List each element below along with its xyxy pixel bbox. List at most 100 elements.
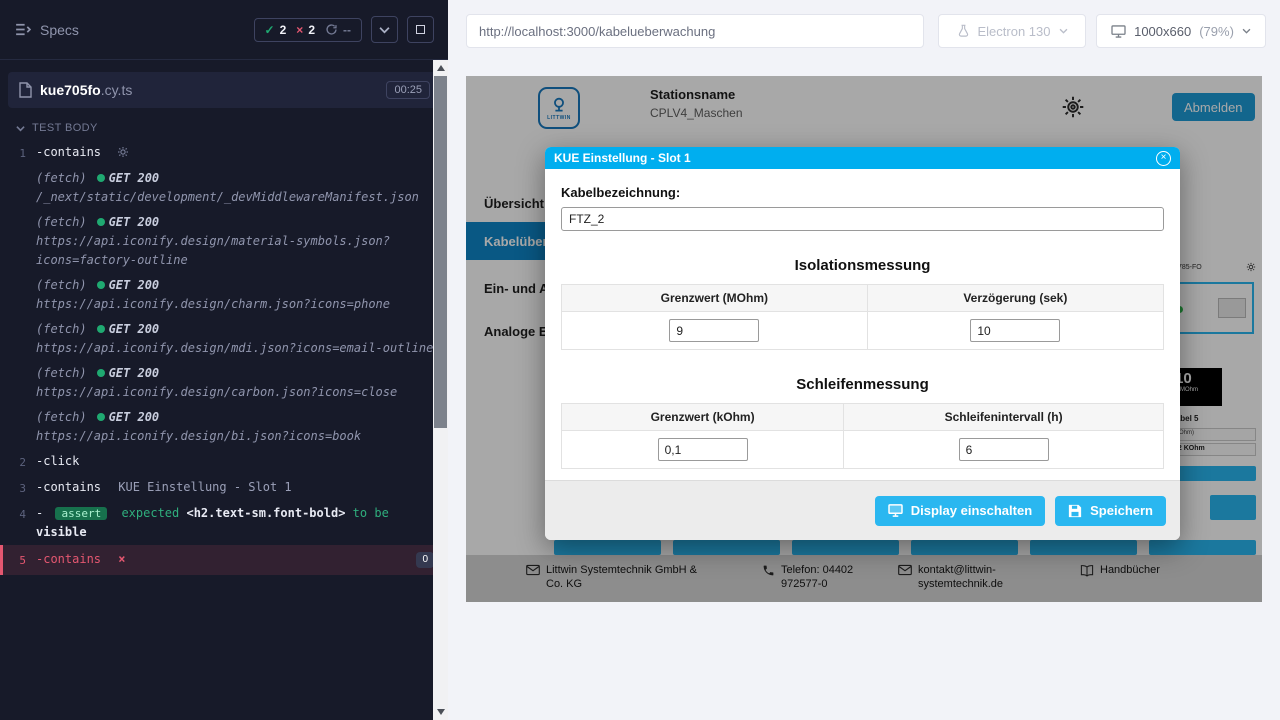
url-input[interactable]	[479, 24, 911, 39]
specs-icon[interactable]	[14, 21, 31, 38]
fetch-tag: (fetch)	[36, 171, 87, 185]
loop-limit-input[interactable]	[658, 438, 748, 461]
modal-title: KUE Einstellung - Slot 1	[554, 151, 1156, 165]
cypress-reporter: Specs ✓2 × 2 -- kue705fo.cy.ts 00:25 TEST…	[0, 0, 448, 720]
column-header: Grenzwert (kOhm)	[562, 404, 844, 431]
viewport-zoom: (79%)	[1199, 24, 1234, 39]
status-dot	[97, 325, 105, 333]
command-name: contains	[36, 552, 101, 566]
status-dot	[97, 218, 105, 226]
failed-command-row[interactable]: 5 contains × 0	[0, 545, 448, 575]
save-icon	[1068, 504, 1082, 518]
column-header: Verzögerung (sek)	[867, 285, 1163, 312]
stop-icon	[416, 25, 425, 34]
duration-badge: 00:25	[386, 81, 430, 99]
command-log: 1 contains (fetch) GET 200 /_next/static/…	[0, 140, 448, 575]
iso-limit-input[interactable]	[669, 319, 759, 342]
command-name: contains	[36, 145, 101, 159]
command-row[interactable]: 1 contains	[0, 140, 448, 166]
url-bar	[466, 14, 924, 48]
app-under-test: LITTWIN Stationsname CPLV4_Maschen Abmel…	[466, 76, 1262, 602]
command-name: contains	[36, 480, 101, 494]
reporter-scrollbar[interactable]	[433, 60, 448, 720]
scrollbar-thumb[interactable]	[434, 76, 447, 428]
request-url: https://api.iconify.design/carbon.json?i…	[36, 383, 434, 402]
file-icon	[18, 82, 32, 98]
request-url: https://api.iconify.design/mdi.json?icon…	[36, 339, 434, 358]
request-url: /_next/static/development/_devMiddleware…	[36, 188, 434, 207]
match-count-badge: 0	[416, 552, 434, 568]
command-name: click	[36, 454, 79, 468]
loop-table: Grenzwert (kOhm) Schleifenintervall (h)	[561, 403, 1164, 469]
network-log-row[interactable]: (fetch) GET 200 https://api.iconify.desig…	[0, 210, 448, 273]
pending-stat: --	[325, 23, 351, 37]
modal-body: Kabelbezeichnung: Isolationsmessung Gren…	[545, 169, 1180, 480]
http-status: GET 200	[109, 278, 160, 292]
isolation-table: Grenzwert (MOhm) Verzögerung (sek)	[561, 284, 1164, 350]
network-log-row[interactable]: (fetch)GET 200 https://api.iconify.desig…	[0, 273, 448, 317]
status-dot	[97, 281, 105, 289]
browser-select[interactable]: Electron 130	[938, 14, 1086, 48]
cable-name-input[interactable]	[561, 207, 1164, 231]
passed-stat: ✓2	[265, 23, 287, 37]
isolation-section-title: Isolationsmessung	[561, 257, 1164, 274]
chevron-down-icon	[16, 125, 25, 132]
status-dot	[97, 413, 105, 421]
assert-subject: <h2.text-sm.font-bold>	[186, 506, 345, 520]
http-status: GET 200	[109, 171, 160, 185]
assert-row[interactable]: 4 assert expected <h2.text-sm.font-bold>…	[0, 501, 448, 545]
save-button[interactable]: Speichern	[1055, 496, 1166, 526]
assert-state: visible	[36, 525, 87, 539]
assert-badge: assert	[55, 507, 107, 520]
cross-icon: ×	[296, 23, 303, 37]
status-dot	[97, 174, 105, 182]
test-stats: ✓2 × 2 --	[254, 18, 362, 42]
passed-count: 2	[280, 23, 287, 37]
loop-section-title: Schleifenmessung	[561, 376, 1164, 393]
spec-file[interactable]: kue705fo.cy.ts 00:25	[8, 72, 440, 108]
request-url: https://api.iconify.design/charm.json?ic…	[36, 295, 434, 314]
flask-icon	[957, 24, 970, 38]
iso-delay-input[interactable]	[970, 319, 1060, 342]
refresh-icon	[325, 23, 338, 36]
http-status: GET 200	[109, 366, 160, 380]
network-log-row[interactable]: (fetch)GET 200 https://api.iconify.desig…	[0, 405, 448, 449]
kue-settings-modal: KUE Einstellung - Slot 1 × Kabelbezeichn…	[545, 147, 1180, 540]
command-argument: KUE Einstellung - Slot 1	[118, 480, 291, 494]
http-status: GET 200	[109, 410, 160, 424]
column-header: Schleifenintervall (h)	[844, 404, 1164, 431]
preview-pane: Electron 130 1000x660 (79%) LITTWIN Stat…	[448, 0, 1280, 720]
command-row[interactable]: 3 contains KUE Einstellung - Slot 1	[0, 475, 448, 501]
cable-name-label: Kabelbezeichnung:	[561, 185, 1164, 200]
chevron-down-icon	[1059, 28, 1068, 34]
test-body-label: TEST BODY	[32, 122, 98, 134]
assert-middle: to be	[353, 506, 389, 520]
display-on-button[interactable]: Display einschalten	[875, 496, 1045, 526]
request-url: https://api.iconify.design/material-symb…	[36, 232, 434, 270]
chevron-down-icon	[1242, 28, 1251, 34]
monitor-icon	[1111, 25, 1126, 38]
pending-count: --	[343, 23, 351, 37]
network-log-row[interactable]: (fetch) GET 200 /_next/static/development…	[0, 166, 448, 210]
scroll-down-arrow[interactable]	[433, 705, 448, 719]
reporter-header: Specs ✓2 × 2 --	[0, 0, 448, 60]
fetch-tag: (fetch)	[36, 322, 87, 336]
http-status: GET 200	[109, 215, 160, 229]
browser-name: Electron 130	[978, 24, 1051, 39]
network-log-row[interactable]: (fetch)GET 200 https://api.iconify.desig…	[0, 317, 448, 361]
specs-link[interactable]: Specs	[40, 22, 79, 38]
loop-interval-input[interactable]	[959, 438, 1049, 461]
network-log-row[interactable]: (fetch) GET 200 https://api.iconify.desig…	[0, 361, 448, 405]
command-row[interactable]: 2 click	[0, 449, 448, 475]
fetch-tag: (fetch)	[36, 410, 87, 424]
status-dot	[97, 369, 105, 377]
scroll-up-arrow[interactable]	[433, 61, 448, 75]
viewport-size: 1000x660	[1134, 24, 1191, 39]
fetch-tag: (fetch)	[36, 366, 87, 380]
test-body-header[interactable]: TEST BODY	[0, 112, 448, 140]
stop-button[interactable]	[407, 16, 434, 43]
viewport-select[interactable]: 1000x660 (79%)	[1096, 14, 1266, 48]
close-icon[interactable]: ×	[1156, 151, 1171, 166]
fetch-tag: (fetch)	[36, 215, 87, 229]
collapse-button[interactable]	[371, 16, 398, 43]
